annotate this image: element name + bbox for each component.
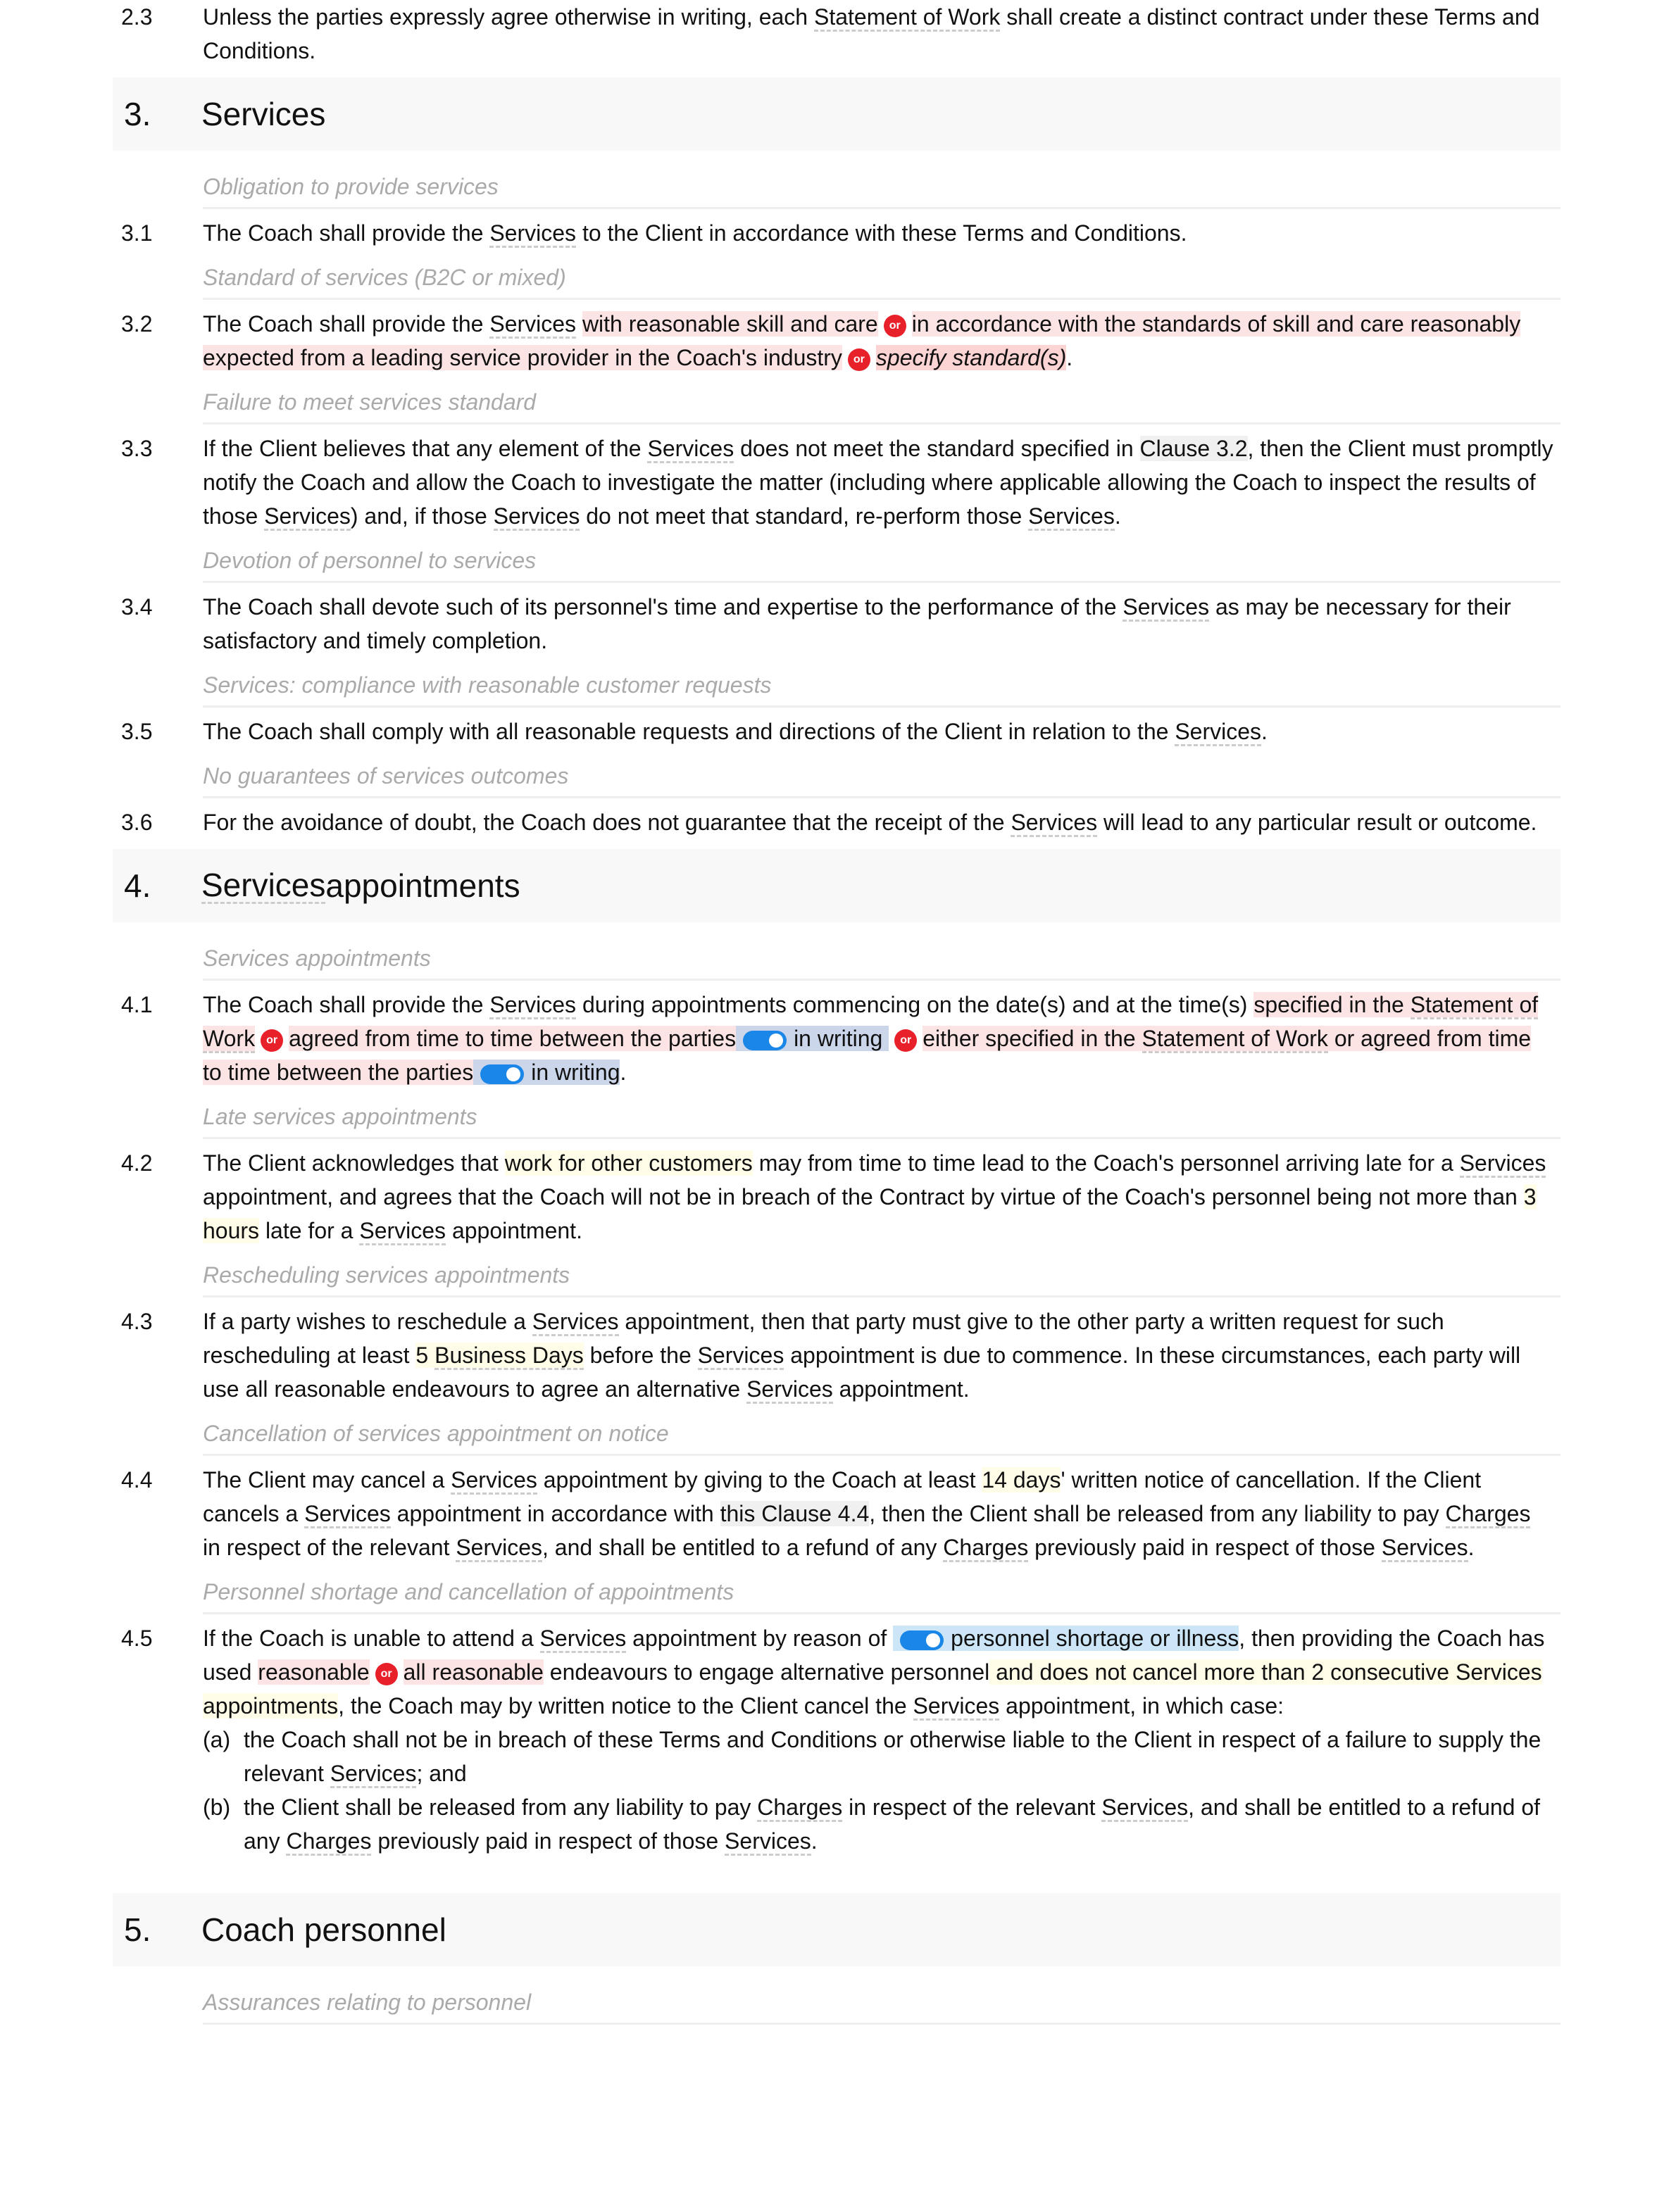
definition-link[interactable]: Charges xyxy=(757,1795,843,1822)
definition-link[interactable]: Charges xyxy=(943,1535,1029,1562)
definition-link[interactable]: Services xyxy=(1122,594,1210,622)
clause-note: Personnel shortage and cancellation of a… xyxy=(203,1571,1561,1614)
optional-text: in writing xyxy=(473,1060,620,1085)
clause-reference[interactable]: Clause 3.2 xyxy=(1139,436,1248,461)
clause-note: Rescheduling services appointments xyxy=(203,1255,1561,1297)
clause-note: Failure to meet services standard xyxy=(203,382,1561,425)
definition-link[interactable]: Services xyxy=(697,1343,784,1370)
clause-note: Standard of services (B2C or mixed) xyxy=(203,257,1561,300)
clause-note: Services appointments xyxy=(203,938,1561,981)
clause-reference[interactable]: this Clause 4.4 xyxy=(720,1501,870,1526)
definition-link[interactable]: Services xyxy=(647,436,734,463)
definition-link[interactable]: Services xyxy=(1028,503,1115,531)
variable-text[interactable]: work for other customers xyxy=(504,1150,753,1176)
sub-clause-a: (a) the Coach shall not be in breach of t… xyxy=(203,1723,1553,1790)
section-heading-4: 4. Services appointments xyxy=(113,849,1561,922)
definition-link[interactable]: Services xyxy=(330,1761,417,1788)
clause-4-3: 4.3 If a party wishes to reschedule a Ser… xyxy=(113,1305,1561,1406)
definition-link[interactable]: Services xyxy=(1011,810,1098,837)
clause-3-4: 3.4 The Coach shall devote such of its pe… xyxy=(121,594,1511,653)
section-heading-3: 3. Services xyxy=(113,77,1561,151)
definition-link[interactable]: Charges xyxy=(286,1828,372,1856)
option-text[interactable]: reasonable xyxy=(258,1659,370,1685)
option-text[interactable]: with reasonable skill and care xyxy=(582,311,878,337)
definition-link[interactable]: Services xyxy=(532,1309,619,1336)
definition-link[interactable]: Business Days xyxy=(434,1343,584,1370)
definition-link[interactable]: Services xyxy=(489,220,577,248)
clause-2-3: 2.3 Unless the parties expressly agree ot… xyxy=(121,4,1540,63)
toggle-switch[interactable] xyxy=(480,1064,525,1084)
definition-link[interactable]: Charges xyxy=(1445,1501,1531,1528)
clause-3-1: 3.1 The Coach shall provide the Services … xyxy=(113,216,1561,250)
definition-link[interactable]: Services xyxy=(201,868,326,904)
clause-4-5: 4.5 If the Coach is unable to attend a Se… xyxy=(113,1621,1561,1858)
definition-link[interactable]: Services xyxy=(456,1535,543,1562)
toggle-switch[interactable] xyxy=(900,1630,944,1650)
definition-link[interactable]: Services xyxy=(304,1501,391,1528)
definition-link[interactable]: Statement of Work xyxy=(813,4,1001,32)
definition-link[interactable]: Statement of Work xyxy=(1142,1026,1328,1053)
variable-text[interactable]: 14 days xyxy=(982,1467,1061,1493)
definition-link[interactable]: Services xyxy=(1459,1150,1546,1178)
document: 2.3 Unless the parties expressly agree ot… xyxy=(113,0,1561,2032)
definition-link[interactable]: Services xyxy=(1381,1535,1468,1562)
definition-link[interactable]: Services xyxy=(489,992,577,1019)
or-icon[interactable]: or xyxy=(261,1029,284,1052)
definition-link[interactable]: Services xyxy=(493,503,580,531)
clause-4-1: 4.1 The Coach shall provide the Services … xyxy=(121,992,1539,1085)
clause-note: Devotion of personnel to services xyxy=(203,540,1561,583)
clause-3-2: 3.2 The Coach shall provide the Services … xyxy=(121,311,1521,371)
clause-4-4: 4.4 The Client may cancel a Services appo… xyxy=(113,1463,1561,1564)
clause-note: Services: compliance with reasonable cus… xyxy=(203,665,1561,708)
or-icon[interactable]: or xyxy=(883,314,906,337)
clause-4-2: 4.2 The Client acknowledges that work for… xyxy=(113,1146,1561,1248)
clause-note: Late services appointments xyxy=(203,1096,1561,1139)
definition-link[interactable]: Services xyxy=(746,1376,833,1404)
optional-text: in writing xyxy=(736,1026,889,1051)
definition-link[interactable]: Services xyxy=(1101,1795,1189,1822)
option-text[interactable]: all reasonable xyxy=(403,1659,544,1685)
definition-link[interactable]: Services xyxy=(264,503,351,531)
sub-clause-b: (b) the Client shall be released from any… xyxy=(203,1790,1553,1858)
clause-3-5: 3.5 The Coach shall comply with all reaso… xyxy=(113,715,1561,748)
optional-text: personnel shortage or illness xyxy=(893,1626,1239,1651)
definition-link[interactable]: Services xyxy=(1175,719,1262,746)
toggle-switch[interactable] xyxy=(743,1030,787,1050)
definition-link[interactable]: Services xyxy=(913,1693,1000,1721)
clause-note: Cancellation of services appointment on … xyxy=(203,1413,1561,1456)
option-text[interactable]: specify standard(s) xyxy=(875,345,1067,370)
definition-link[interactable]: Services xyxy=(725,1828,811,1856)
or-icon[interactable]: or xyxy=(894,1029,918,1052)
clause-note: No guarantees of services outcomes xyxy=(203,755,1561,798)
or-icon[interactable]: or xyxy=(847,348,870,371)
clause-3-6: 3.6 For the avoidance of doubt, the Coach… xyxy=(113,805,1561,839)
option-text[interactable]: agreed from time to time between the par… xyxy=(289,1026,737,1051)
clause-note: Obligation to provide services xyxy=(203,166,1561,209)
definition-link[interactable]: Services xyxy=(489,311,577,339)
definition-link[interactable]: Services xyxy=(539,1626,627,1653)
clause-3-3: 3.3 If the Client believes that any eleme… xyxy=(113,432,1561,533)
or-icon[interactable]: or xyxy=(375,1662,398,1685)
clause-note: Assurances relating to personnel xyxy=(203,1982,1561,2025)
variable-text[interactable]: 5 Business Days xyxy=(415,1343,584,1370)
definition-link[interactable]: Services xyxy=(359,1218,446,1245)
section-heading-5: 5. Coach personnel xyxy=(113,1893,1561,1966)
definition-link[interactable]: Services xyxy=(451,1467,537,1495)
